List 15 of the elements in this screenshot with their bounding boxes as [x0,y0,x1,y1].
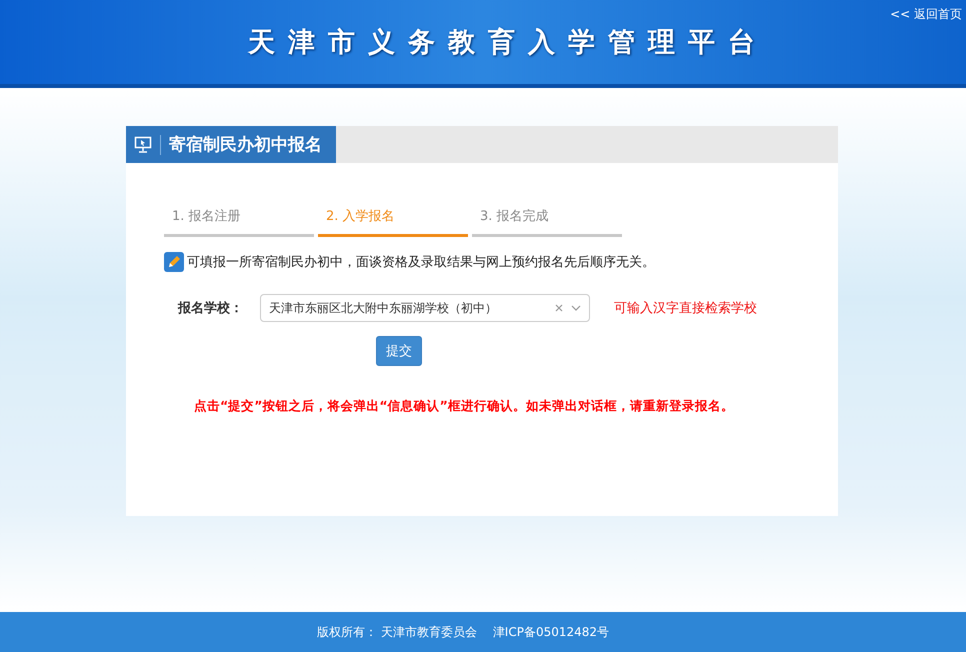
clear-icon[interactable] [555,304,563,312]
notice-text: 可填报一所寄宿制民办初中，面谈资格及录取结果与网上预约报名先后顺序无关。 [187,254,655,271]
pencil-icon [164,252,184,272]
panel-title: 寄宿制民办初中报名 [169,134,322,156]
submit-button[interactable]: 提交 [376,336,422,366]
copyright-text: 版权所有： 天津市教育委员会 [316,624,477,640]
caret-icon [571,305,581,311]
school-select[interactable]: 天津市东丽区北大附中东丽湖学校（初中） [260,294,590,322]
back-home-link[interactable]: << 返回首页 [890,6,962,23]
warning-text: 点击“提交”按钮之后，将会弹出“信息确认”框进行确认。如未弹出对话框，请重新登录报名。 [194,398,735,415]
search-hint: 可输入汉字直接检索学校 [614,300,757,317]
icp-text: 津ICP备05012482号 [492,624,610,640]
school-label: 报名学校： [178,300,244,317]
monitor-icon [134,136,152,154]
site-title: 天津市义务教育入学管理平台 [248,26,768,60]
